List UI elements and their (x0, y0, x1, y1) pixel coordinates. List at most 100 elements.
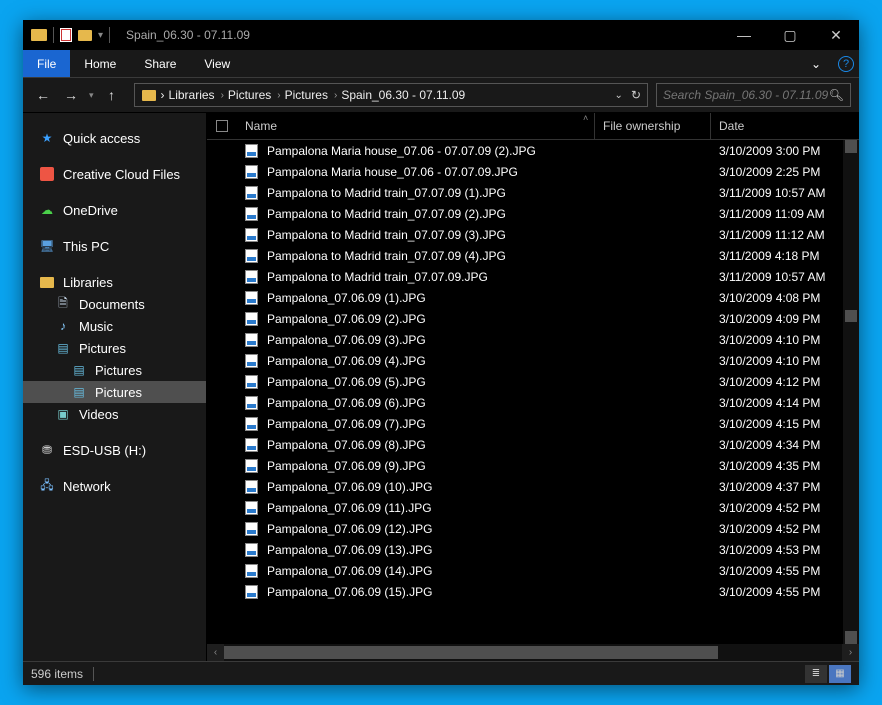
file-name: Pampalona to Madrid train_07.07.09 (4).J… (267, 249, 595, 263)
crumb-libraries[interactable]: Libraries› (169, 88, 224, 102)
file-row[interactable]: Pampalona_07.06.09 (14).JPG3/10/2009 4:5… (207, 560, 859, 581)
help-button[interactable]: ? (833, 50, 859, 77)
search-icon[interactable]: 🔍︎ (829, 88, 844, 102)
file-date: 3/10/2009 4:34 PM (711, 438, 859, 452)
sidebar-this-pc[interactable]: 🖥This PC (23, 235, 206, 257)
qat-dropdown-icon[interactable]: ▾ (98, 30, 103, 41)
jpg-file-icon (243, 542, 259, 558)
file-row[interactable]: Pampalona_07.06.09 (11).JPG3/10/2009 4:5… (207, 497, 859, 518)
file-row[interactable]: Pampalona_07.06.09 (8).JPG3/10/2009 4:34… (207, 434, 859, 455)
file-row[interactable]: Pampalona_07.06.09 (4).JPG3/10/2009 4:10… (207, 350, 859, 371)
details-view-button[interactable]: ≣ (805, 665, 827, 683)
scroll-left-arrow[interactable]: ‹ (207, 644, 224, 661)
thumbnails-view-button[interactable]: ▦ (829, 665, 851, 683)
file-row[interactable]: Pampalona to Madrid train_07.07.09 (2).J… (207, 203, 859, 224)
titlebar[interactable]: ▾ Spain_06.30 - 07.11.09 — ▢ ✕ (23, 20, 859, 50)
file-row[interactable]: Pampalona_07.06.09 (15).JPG3/10/2009 4:5… (207, 581, 859, 602)
crumb-current[interactable]: Spain_06.30 - 07.11.09 (341, 88, 465, 102)
file-row[interactable]: Pampalona_07.06.09 (1).JPG3/10/2009 4:08… (207, 287, 859, 308)
file-row[interactable]: Pampalona to Madrid train_07.07.09 (3).J… (207, 224, 859, 245)
file-name: Pampalona_07.06.09 (6).JPG (267, 396, 595, 410)
file-date: 3/10/2009 4:55 PM (711, 585, 859, 599)
file-name: Pampalona Maria house_07.06 - 07.07.09.J… (267, 165, 595, 179)
file-row[interactable]: Pampalona_07.06.09 (13).JPG3/10/2009 4:5… (207, 539, 859, 560)
file-row[interactable]: Pampalona_07.06.09 (7).JPG3/10/2009 4:15… (207, 413, 859, 434)
sort-ascending-icon: ˄ (583, 113, 588, 123)
sidebar-onedrive[interactable]: ☁OneDrive (23, 199, 206, 221)
navigation-bar: ← → ▾ ↑ › Libraries› Pictures› Pictures›… (23, 77, 859, 113)
scrollbar-thumb[interactable] (845, 310, 857, 322)
file-row[interactable]: Pampalona_07.06.09 (2).JPG 3/10/2009 4:09… (207, 308, 859, 329)
sidebar-libraries[interactable]: Libraries (23, 271, 206, 293)
file-date: 3/10/2009 4:09 PM (711, 312, 859, 326)
scroll-down-arrow[interactable] (845, 631, 857, 644)
maximize-button[interactable]: ▢ (767, 20, 813, 50)
file-row[interactable]: Pampalona Maria house_07.06 - 07.07.09.J… (207, 161, 859, 182)
column-file-ownership[interactable]: File ownership (595, 113, 711, 139)
new-folder-icon[interactable] (78, 30, 92, 41)
chevron-right-icon[interactable]: › (161, 88, 165, 102)
file-name: Pampalona_07.06.09 (5).JPG (267, 375, 595, 389)
sidebar-pictures-selected[interactable]: ▤Pictures (23, 381, 206, 403)
sidebar-network[interactable]: 🖧Network (23, 475, 206, 497)
scroll-right-arrow[interactable]: › (842, 644, 859, 661)
column-name[interactable]: Name (237, 113, 595, 139)
sidebar-creative-cloud[interactable]: Creative Cloud Files (23, 163, 206, 185)
close-button[interactable]: ✕ (813, 20, 859, 50)
minimize-button[interactable]: — (721, 20, 767, 50)
recent-locations-icon[interactable]: ▾ (87, 90, 96, 101)
file-row[interactable]: Pampalona to Madrid train_07.07.09 (4).J… (207, 245, 859, 266)
jpg-file-icon (243, 437, 259, 453)
file-row[interactable]: Pampalona to Madrid train_07.07.09.JPG3/… (207, 266, 859, 287)
ribbon-expand-icon[interactable]: ⌄ (799, 50, 833, 77)
search-box[interactable]: 🔍︎ (656, 83, 851, 107)
separator (53, 27, 54, 43)
vertical-scrollbar[interactable] (843, 140, 859, 644)
sidebar-quick-access[interactable]: ★Quick access (23, 127, 206, 149)
file-row[interactable]: Pampalona_07.06.09 (6).JPG3/10/2009 4:14… (207, 392, 859, 413)
file-row[interactable]: Pampalona_07.06.09 (12).JPG3/10/2009 4:5… (207, 518, 859, 539)
file-row[interactable]: Pampalona_07.06.09 (5).JPG3/10/2009 4:12… (207, 371, 859, 392)
sidebar-usb-drive[interactable]: ⛃ESD-USB (H:) (23, 439, 206, 461)
navigation-pane: ★Quick access Creative Cloud Files ☁OneD… (23, 113, 207, 661)
tab-share[interactable]: Share (130, 50, 190, 77)
horizontal-scrollbar[interactable]: ‹ › (207, 644, 859, 661)
file-date: 3/11/2009 10:57 AM (711, 186, 859, 200)
file-row[interactable]: Pampalona_07.06.09 (3).JPG3/10/2009 4:10… (207, 329, 859, 350)
file-date: 3/11/2009 4:18 PM (711, 249, 859, 263)
sidebar-pictures-sub[interactable]: ▤Pictures (23, 359, 206, 381)
file-list[interactable]: Pampalona Maria house_07.06 - 07.07.09 (… (207, 140, 859, 644)
forward-button[interactable]: → (59, 83, 83, 107)
file-row[interactable]: Pampalona_07.06.09 (9).JPG3/10/2009 4:35… (207, 455, 859, 476)
search-input[interactable] (663, 88, 829, 102)
properties-icon[interactable] (60, 28, 72, 42)
jpg-file-icon (243, 353, 259, 369)
file-row[interactable]: Pampalona to Madrid train_07.07.09 (1).J… (207, 182, 859, 203)
up-button[interactable]: ↑ (100, 83, 124, 107)
file-date: 3/10/2009 3:00 PM (711, 144, 859, 158)
sidebar-documents[interactable]: 🗎Documents (23, 293, 206, 315)
address-dropdown-icon[interactable]: ⌄ (615, 90, 623, 101)
tab-file[interactable]: File (23, 50, 70, 77)
h-scrollbar-thumb[interactable] (224, 646, 718, 659)
file-row[interactable]: Pampalona Maria house_07.06 - 07.07.09 (… (207, 140, 859, 161)
crumb-pictures-2[interactable]: Pictures› (285, 88, 338, 102)
scroll-up-arrow[interactable] (845, 140, 857, 153)
address-bar[interactable]: › Libraries› Pictures› Pictures› Spain_0… (134, 83, 648, 107)
file-name: Pampalona_07.06.09 (1).JPG (267, 291, 595, 305)
tab-home[interactable]: Home (70, 50, 130, 77)
jpg-file-icon (243, 227, 259, 243)
refresh-icon[interactable]: ↻ (631, 88, 641, 102)
column-date[interactable]: Date (711, 113, 859, 139)
sidebar-pictures[interactable]: ▤Pictures (23, 337, 206, 359)
sidebar-videos[interactable]: ▣Videos (23, 403, 206, 425)
back-button[interactable]: ← (31, 83, 55, 107)
file-row[interactable]: Pampalona_07.06.09 (10).JPG3/10/2009 4:3… (207, 476, 859, 497)
crumb-pictures[interactable]: Pictures› (228, 88, 281, 102)
file-date: 3/10/2009 2:25 PM (711, 165, 859, 179)
select-all-checkbox[interactable] (207, 113, 237, 139)
tab-view[interactable]: View (190, 50, 244, 77)
file-name: Pampalona_07.06.09 (2).JPG (267, 312, 595, 326)
jpg-file-icon (243, 395, 259, 411)
sidebar-music[interactable]: ♪Music (23, 315, 206, 337)
